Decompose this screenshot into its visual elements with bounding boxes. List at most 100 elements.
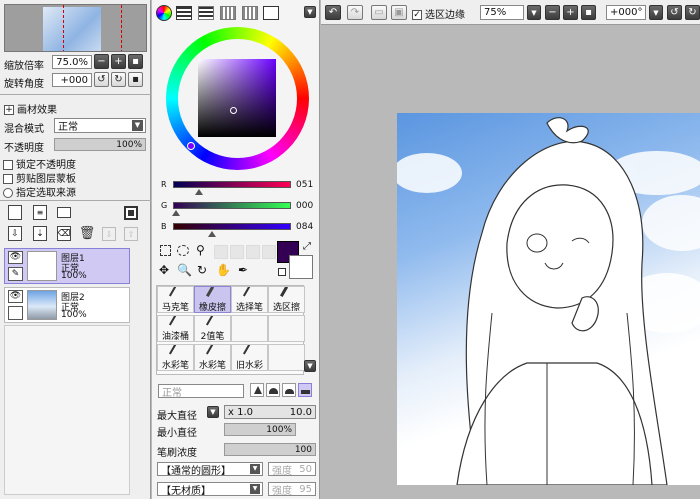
rotate-right-button[interactable]: ↻ <box>111 72 126 87</box>
zoom-in-button[interactable]: + <box>111 54 126 69</box>
texture-select[interactable]: 【无材质】 ▼ <box>157 482 263 497</box>
hand-tool-icon[interactable]: ✋ <box>216 263 231 277</box>
swap-colors-icon[interactable]: ⤢ <box>303 241 311 252</box>
min-size-slider[interactable]: 100% <box>224 423 296 436</box>
merge-layer-icon[interactable]: ⇣ <box>33 226 47 241</box>
brush-shape-select[interactable]: 【通常的圆形】 ▼ <box>157 462 263 477</box>
tool-select-pen[interactable]: 选择笔 <box>231 286 268 313</box>
blend-mode-select[interactable]: 正常 ▼ <box>54 118 146 133</box>
clip-mask-checkbox[interactable]: 剪贴图层蒙板 <box>3 170 76 185</box>
history-tab-icon[interactable] <box>263 6 279 20</box>
hsv-slider-tab-icon[interactable] <box>198 6 214 20</box>
toolbar-zoom-field[interactable]: 75% <box>480 5 524 20</box>
tool-empty[interactable] <box>231 315 268 342</box>
g-slider[interactable] <box>173 202 291 209</box>
trash-icon[interactable]: 🗑 <box>79 226 96 241</box>
tool-marker[interactable]: 马克笔 <box>157 286 194 313</box>
toolbar-zoom-reset-button[interactable]: ▪ <box>581 5 596 20</box>
zoom-tool-icon[interactable]: 🔍 <box>177 263 192 277</box>
toolbar-rotate-field[interactable]: +000° <box>606 5 646 20</box>
new-folder-icon[interactable] <box>57 207 71 218</box>
lock-opacity-checkbox[interactable]: 锁定不透明度 <box>3 156 76 171</box>
toolbar-zoom-in-button[interactable]: + <box>563 5 578 20</box>
selection-source-checkbox[interactable]: 指定选取来源 <box>3 184 76 199</box>
zoom-out-button[interactable]: − <box>94 54 109 69</box>
tool-empty[interactable] <box>268 344 305 371</box>
tool-watercolor-2[interactable]: 水彩笔 <box>194 344 231 371</box>
undo-button[interactable]: ↶ <box>325 5 341 20</box>
tool-empty[interactable] <box>268 315 305 342</box>
r-slider[interactable] <box>173 181 291 188</box>
rotate-reset-button[interactable]: ▪ <box>128 72 143 87</box>
visibility-eye-icon[interactable]: 👁 <box>8 290 23 303</box>
toolbar-zoom-dropdown[interactable]: ▼ <box>527 5 541 20</box>
scratchpad-tab-icon[interactable] <box>242 6 258 20</box>
g-slider-thumb[interactable] <box>172 210 180 216</box>
eyedropper-icon[interactable]: ✒ <box>238 263 248 277</box>
selection-edge-checkbox[interactable]: ✓ 选区边缘 <box>412 6 465 21</box>
move-icon[interactable]: ✥ <box>159 263 169 277</box>
brush-shape-strength[interactable]: 强度 50 <box>268 462 316 477</box>
brush-mode-select[interactable]: 正常 <box>158 384 244 399</box>
brush-edge-flat-icon[interactable] <box>298 383 312 397</box>
toolbar-rotate-dropdown[interactable]: ▼ <box>649 5 663 20</box>
swatch-slot[interactable] <box>262 245 276 259</box>
tool-eraser[interactable]: 橡皮擦 <box>194 286 231 313</box>
b-slider[interactable] <box>173 223 291 230</box>
color-wheel-tab-icon[interactable] <box>156 5 172 21</box>
layer-mask-icon[interactable] <box>124 206 138 220</box>
opacity-slider[interactable]: 100% <box>54 138 146 151</box>
brush-edge-hard-icon[interactable] <box>250 383 264 397</box>
layer-row[interactable]: 👁 ✎ 图层1 正常 100% <box>4 248 130 284</box>
secondary-color-swatch[interactable] <box>289 255 313 279</box>
pen-icon[interactable]: ✎ <box>8 267 23 281</box>
pen-icon[interactable] <box>8 306 23 320</box>
rotate-tool-icon[interactable]: ↻ <box>197 263 207 277</box>
tool-binary-pen[interactable]: 2值笔 <box>194 315 231 342</box>
reset-colors-icon[interactable] <box>278 268 286 276</box>
max-size-field[interactable]: x 1.0 10.0 <box>224 405 316 419</box>
brush-shape-value: 【通常的圆形】 <box>161 465 231 477</box>
new-layer-icon[interactable] <box>8 205 22 220</box>
r-slider-thumb[interactable] <box>195 189 203 195</box>
brush-edge-soft-icon[interactable] <box>282 383 296 397</box>
rotate-left-button[interactable]: ↺ <box>94 72 109 87</box>
clear-layer-icon[interactable]: ⌫ <box>57 226 71 241</box>
brush-edge-medium-icon[interactable] <box>266 383 280 397</box>
rgb-slider-tab-icon[interactable] <box>176 6 192 20</box>
rect-select-icon[interactable] <box>160 245 171 256</box>
tool-scroll-button[interactable]: ▼ <box>304 360 316 372</box>
visibility-eye-icon[interactable]: 👁 <box>8 251 23 264</box>
canvas-image[interactable] <box>397 113 700 485</box>
density-slider[interactable]: 100 <box>224 443 316 456</box>
redo-button[interactable]: ↷ <box>347 5 363 20</box>
swatch-tab-icon[interactable] <box>220 6 236 20</box>
navigator-preview[interactable] <box>4 4 147 52</box>
max-size-dropdown-button[interactable]: ▼ <box>207 406 219 418</box>
effects-toggle[interactable]: + 画材效果 <box>4 101 57 116</box>
invert-selection-button[interactable]: ▣ <box>391 5 407 20</box>
lasso-icon[interactable] <box>177 245 189 256</box>
tool-watercolor[interactable]: 水彩笔 <box>157 344 194 371</box>
toolbar-rotate-right-button[interactable]: ↻ <box>685 5 700 20</box>
toolbar-zoom-out-button[interactable]: − <box>545 5 560 20</box>
rotate-field[interactable]: +000 <box>52 73 92 87</box>
saturation-value-square[interactable] <box>198 59 276 137</box>
toolbar-rotate-left-button[interactable]: ↺ <box>667 5 682 20</box>
deselect-button[interactable]: ▭ <box>371 5 387 20</box>
tool-select-eraser[interactable]: 选区擦 <box>268 286 305 313</box>
merge-down-icon[interactable]: ⇩ <box>8 226 22 241</box>
layer-row[interactable]: 👁 图层2 正常 100% <box>4 287 130 323</box>
texture-strength[interactable]: 强度 95 <box>268 482 316 497</box>
swatch-slot[interactable] <box>246 245 260 259</box>
zoom-field[interactable]: 75.0% <box>52 55 92 69</box>
tool-old-watercolor[interactable]: 旧水彩 <box>231 344 268 371</box>
b-slider-thumb[interactable] <box>208 231 216 237</box>
zoom-reset-button[interactable]: ▪ <box>128 54 143 69</box>
panel-menu-button[interactable]: ▼ <box>304 6 316 18</box>
tool-bucket[interactable]: 油漆桶 <box>157 315 194 342</box>
swatch-slot[interactable] <box>214 245 228 259</box>
new-layer-file-icon[interactable]: ≡ <box>33 205 47 220</box>
magic-wand-icon[interactable]: ⚲ <box>196 243 205 257</box>
swatch-slot[interactable] <box>230 245 244 259</box>
